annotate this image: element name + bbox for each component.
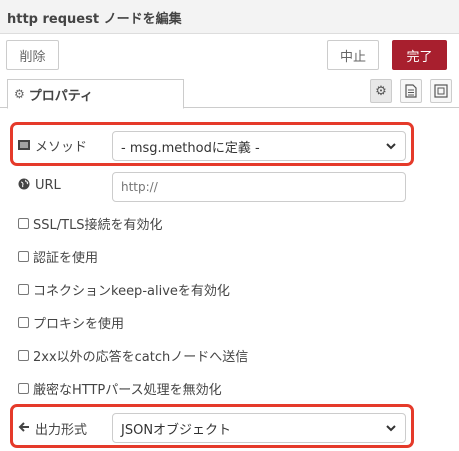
output-row: 出力形式 JSONオブジェクト <box>0 408 459 448</box>
output-select[interactable]: JSONオブジェクト <box>112 413 406 443</box>
checkbox-auth[interactable]: 認証を使用 <box>18 247 98 266</box>
arrow-left-icon <box>18 421 30 436</box>
checkbox-box[interactable] <box>18 317 29 328</box>
document-icon[interactable] <box>400 79 422 103</box>
url-label: URL <box>35 178 61 193</box>
output-value: JSONオブジェクト <box>121 422 232 438</box>
method-label: メソッド <box>35 140 88 155</box>
checkbox-keepalive[interactable]: コネクションkeep-aliveを有効化 <box>18 280 230 299</box>
checkbox-box[interactable] <box>18 251 29 262</box>
tab-label: プロパティ <box>28 88 93 104</box>
checkbox-box[interactable] <box>18 284 29 295</box>
chevron-down-icon <box>385 140 397 155</box>
checkbox-ssl[interactable]: SSL/TLS接続を有効化 <box>18 214 163 233</box>
gear-icon: ⚙ <box>14 87 25 101</box>
done-button[interactable]: 完了 <box>392 40 447 70</box>
frame-icon[interactable] <box>430 79 452 103</box>
method-row: メソッド - msg.methodに定義 - <box>0 126 459 166</box>
chevron-down-icon <box>385 422 397 437</box>
checkbox-proxy[interactable]: プロキシを使用 <box>18 313 124 332</box>
checkbox-box[interactable] <box>18 350 29 361</box>
checkbox-label: 厳密なHTTPパース処理を無効化 <box>33 383 222 398</box>
checkbox-label: プロキシを使用 <box>33 317 125 332</box>
delete-button[interactable]: 削除 <box>6 40 59 70</box>
method-value: - msg.methodに定義 - <box>121 140 260 156</box>
checkbox-catch[interactable]: 2xx以外の応答をcatchノードへ送信 <box>18 346 248 365</box>
checkbox-label: コネクションkeep-aliveを有効化 <box>33 284 230 299</box>
tab-bar: ⚙ プロパティ ⚙ <box>0 76 459 109</box>
list-icon <box>18 139 30 153</box>
checkbox-label: SSL/TLS接続を有効化 <box>33 218 163 233</box>
checkbox-box[interactable] <box>18 218 29 229</box>
checkbox-strict-parse[interactable]: 厳密なHTTPパース処理を無効化 <box>18 379 222 398</box>
url-input[interactable] <box>112 172 406 202</box>
dialog-header: http request ノードを編集 <box>0 0 459 34</box>
method-select[interactable]: - msg.methodに定義 - <box>112 131 406 161</box>
tab-properties[interactable]: ⚙ プロパティ <box>7 79 184 109</box>
cancel-button[interactable]: 中止 <box>327 40 379 70</box>
dialog-title: http request ノードを編集 <box>7 12 182 27</box>
globe-icon <box>18 178 30 193</box>
checkbox-label: 認証を使用 <box>33 251 99 266</box>
dialog-toolbar: 削除 中止 完了 <box>0 34 459 74</box>
output-label: 出力形式 <box>35 423 88 438</box>
checkbox-box[interactable] <box>18 383 29 394</box>
checkbox-label: 2xx以外の応答をcatchノードへ送信 <box>33 350 249 365</box>
settings-icon[interactable]: ⚙ <box>370 79 392 103</box>
url-row: URL <box>0 170 459 204</box>
